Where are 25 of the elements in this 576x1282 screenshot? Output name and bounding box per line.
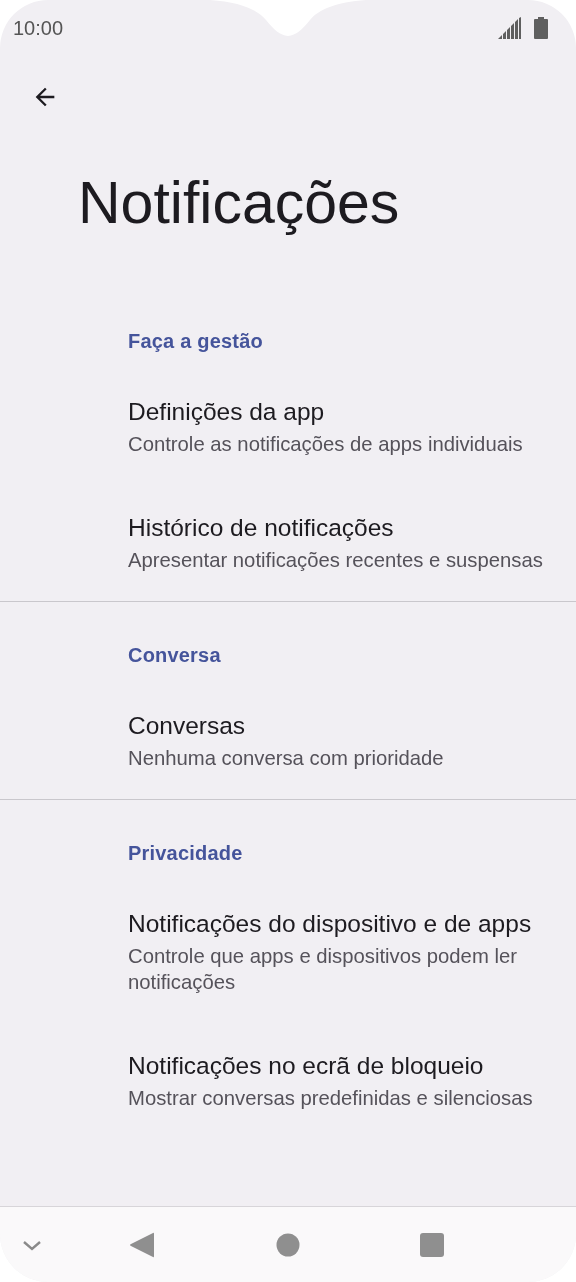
item-summary: Controle as notificações de apps individuais [128, 432, 524, 457]
nav-back-button[interactable] [128, 1231, 156, 1259]
item-summary: Apresentar notificações recentes e suspensas [128, 548, 544, 573]
battery-icon [534, 17, 548, 39]
settings-item[interactable]: Conversas Nenhuma conversa com prioridade [0, 683, 576, 799]
home-button[interactable] [274, 1231, 302, 1259]
item-title: Conversas [128, 711, 247, 741]
recents-button[interactable] [418, 1231, 446, 1259]
item-title: Histórico de notificações [128, 513, 395, 543]
section-header: Conversa [128, 644, 221, 666]
item-summary: Nenhuma conversa com prioridade [128, 746, 445, 771]
signal-icon [498, 17, 522, 39]
status-time: 10:00 [13, 16, 64, 40]
item-title: Notificações no ecrã de bloqueio [128, 1051, 485, 1081]
settings-item[interactable]: Definições da app Controle as notificações de apps individuais [0, 369, 576, 485]
page-title: Notificações [78, 170, 400, 236]
item-title: Definições da app [128, 397, 326, 427]
settings-item[interactable]: Notificações no ecrã de bloqueio Mostrar conversas predefinidas e silenciosas [0, 1023, 576, 1139]
settings-item[interactable]: Notificações do dispositivo e de apps Controle que apps e dispositivos podem ler notificações [0, 881, 576, 1023]
settings-item[interactable]: Histórico de notificações Apresentar notificações recentes e suspensas [0, 485, 576, 601]
item-summary: Mostrar conversas predefinidas e silenciosas [128, 1086, 534, 1111]
section-header: Privacidade [128, 842, 243, 864]
item-title: Notificações do dispositivo e de apps [128, 909, 533, 939]
section-header: Faça a gestão [128, 330, 263, 352]
item-summary: Controle que apps e dispositivos podem ler notificações [128, 944, 518, 995]
